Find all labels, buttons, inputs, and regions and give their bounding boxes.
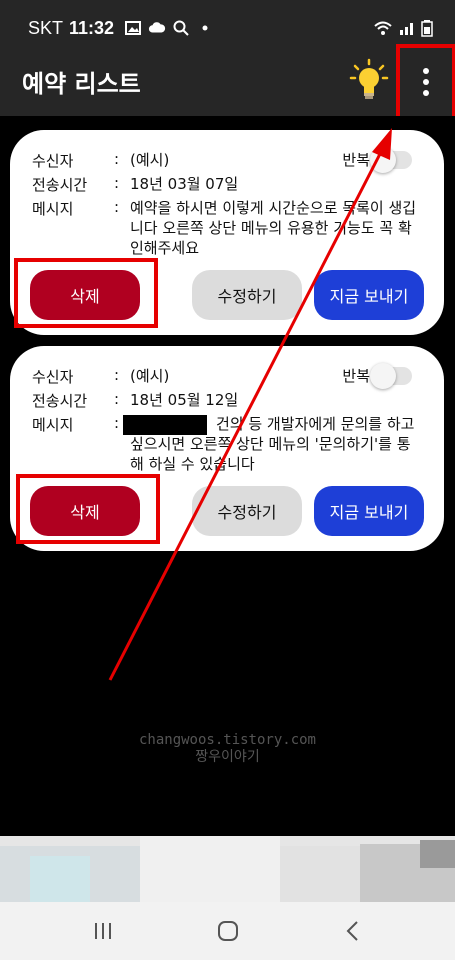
send-now-button[interactable]: 지금 보내기 — [314, 270, 424, 320]
repeat-toggle[interactable] — [370, 146, 412, 173]
ad-banner[interactable] — [0, 836, 455, 902]
dot-icon — [202, 25, 208, 31]
watermark-name: 짱우이야기 — [195, 749, 260, 765]
more-vert-icon[interactable] — [396, 44, 455, 120]
send-time-label: 전송시간 — [32, 392, 88, 410]
edit-button[interactable]: 수정하기 — [192, 270, 302, 320]
lightbulb-icon[interactable] — [349, 58, 389, 102]
recipient-label: 수신자 — [32, 152, 74, 170]
message-row: 메시지 : 예약을 하시면 이렇게 시간순으로 목록이 생깁니다 오른쪽 상단 … — [32, 198, 420, 258]
signal-icon — [400, 23, 413, 35]
repeat-label: 반복 — [342, 367, 370, 385]
search-icon — [173, 20, 189, 36]
status-bar: SKT 11:32 — [0, 0, 455, 56]
toggle-knob — [370, 362, 396, 389]
recipient-label: 수신자 — [32, 368, 74, 386]
status-carrier: SKT — [28, 17, 64, 38]
send-time-label: 전송시간 — [32, 176, 88, 194]
watermark-url: changwoos.tistory.com — [138, 732, 316, 748]
image-icon — [125, 21, 142, 35]
send-time-row: 전송시간 : 18년 03월 07일 — [32, 174, 420, 195]
app-bar: 예약 리스트 — [0, 56, 455, 116]
redaction-box — [123, 415, 207, 435]
system-nav-bar — [0, 902, 455, 960]
status-time: 11:32 — [69, 17, 115, 38]
repeat-toggle[interactable] — [370, 362, 412, 389]
send-time-value: 18년 03월 07일 — [130, 175, 239, 193]
send-now-button[interactable]: 지금 보내기 — [314, 486, 424, 536]
send-time-row: 전송시간 : 18년 05월 12일 — [32, 390, 420, 411]
home-icon[interactable] — [208, 911, 248, 951]
battery-icon — [421, 20, 433, 37]
repeat-toggle-group: 반복 — [342, 146, 412, 173]
highlight-box — [14, 258, 158, 328]
wifi-icon — [374, 21, 392, 35]
page-title: 예약 리스트 — [22, 70, 141, 98]
back-icon[interactable] — [333, 911, 373, 951]
repeat-label: 반복 — [342, 151, 370, 169]
highlight-box — [16, 474, 160, 544]
message-label: 메시지 — [32, 200, 74, 218]
edit-button[interactable]: 수정하기 — [192, 486, 302, 536]
recent-apps-icon[interactable] — [83, 911, 123, 951]
message-row: 메시지 : 건의 등 개발자에게 문의를 하고 싶으시면 오른쪽 상단 메뉴의 … — [32, 414, 420, 474]
repeat-toggle-group: 반복 — [342, 362, 412, 389]
message-label: 메시지 — [32, 416, 74, 434]
send-time-value: 18년 05월 12일 — [130, 391, 239, 409]
watermark: changwoos.tistory.com 짱우이야기 — [0, 732, 455, 766]
toggle-knob — [370, 146, 396, 173]
cloud-icon — [148, 22, 166, 33]
message-value: 예약을 하시면 이렇게 시간순으로 목록이 생깁니다 오른쪽 상단 메뉴의 유용… — [130, 199, 417, 257]
